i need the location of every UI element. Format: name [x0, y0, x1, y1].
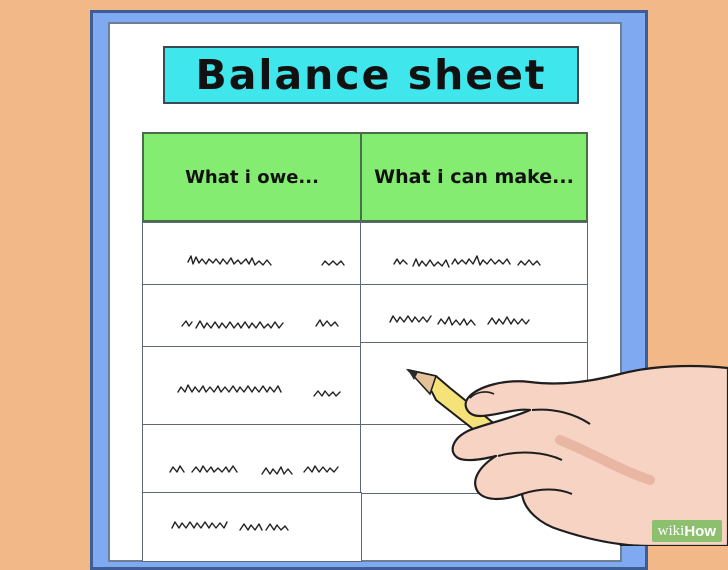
- hand-with-pencil: [405, 364, 728, 546]
- watermark-suffix: How: [684, 522, 716, 540]
- watermark-prefix: wiki: [657, 522, 685, 539]
- wikihow-watermark: wiki How: [651, 520, 722, 542]
